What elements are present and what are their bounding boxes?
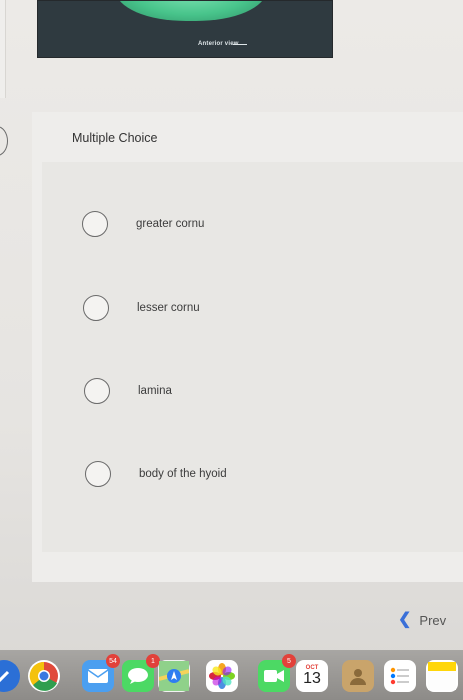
chrome-icon[interactable]	[28, 660, 60, 692]
facetime-icon[interactable]: 5	[258, 654, 296, 692]
option-label: body of the hyoid	[139, 468, 227, 480]
radio-button[interactable]	[83, 295, 109, 321]
prev-label: Prev	[419, 612, 447, 628]
maps-icon[interactable]	[158, 660, 190, 692]
chevron-left-icon: ❮	[398, 611, 412, 628]
contacts-icon[interactable]	[342, 660, 374, 692]
option-label: lesser cornu	[137, 302, 200, 314]
messages-icon[interactable]: 1	[122, 654, 160, 692]
dock: 54 1 5 OCT 13	[0, 650, 463, 700]
calendar-icon[interactable]: OCT 13	[296, 660, 328, 692]
radio-button[interactable]	[82, 211, 108, 237]
question-card: Multiple Choice	[32, 112, 463, 582]
option-label: lamina	[138, 385, 172, 397]
prev-button[interactable]: ❮ Prev	[398, 612, 446, 628]
option-greater-cornu[interactable]: greater cornu	[82, 210, 382, 238]
option-lamina[interactable]: lamina	[84, 377, 384, 405]
photos-icon[interactable]	[206, 660, 238, 692]
notes-icon[interactable]	[426, 660, 458, 692]
safari-icon[interactable]	[0, 660, 20, 692]
question-type-label: Multiple Choice	[72, 131, 158, 145]
previous-card-edge	[0, 0, 6, 98]
option-body-of-the-hyoid[interactable]: body of the hyoid	[85, 460, 385, 488]
mail-icon[interactable]: 54	[82, 654, 120, 692]
reminders-icon[interactable]	[384, 660, 416, 692]
facetime-badge: 5	[282, 654, 296, 668]
calendar-day: 13	[303, 670, 321, 687]
caption-arrow	[233, 44, 247, 45]
hyoid-bone-illustration	[116, 1, 266, 21]
mail-badge: 54	[106, 654, 120, 668]
radio-button[interactable]	[84, 378, 110, 404]
radio-button[interactable]	[85, 461, 111, 487]
anatomy-figure: Anterior view	[37, 0, 333, 58]
question-number-circle	[0, 126, 8, 156]
option-label: greater cornu	[136, 218, 205, 230]
option-lesser-cornu[interactable]: lesser cornu	[83, 294, 383, 322]
